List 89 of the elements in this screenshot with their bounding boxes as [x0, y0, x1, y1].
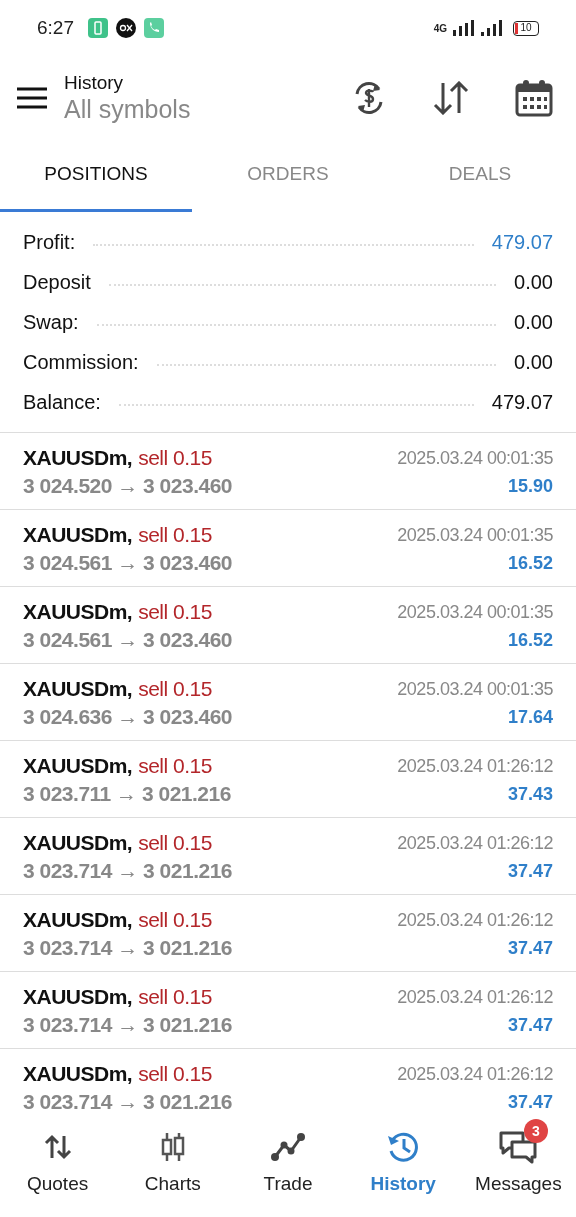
position-row[interactable]: XAUUSDm, sell 0.15 2025.03.24 01:26:12 3 023.714 → 3 021.216 37.47 — [0, 895, 576, 972]
profit-value: 37.47 — [507, 1090, 553, 1110]
line-chart-icon — [271, 1133, 305, 1161]
symbol-name: XAUUSDm, — [23, 830, 133, 857]
symbol-name: XAUUSDm, — [23, 984, 133, 1011]
calendar-icon[interactable] — [515, 79, 553, 117]
summary-value: 0.00 — [514, 270, 553, 295]
profit-value: 37.43 — [507, 782, 553, 806]
symbol-name: XAUUSDm, — [23, 676, 133, 703]
trade-time: 2025.03.24 01:26:12 — [397, 908, 553, 932]
summary-label: Balance: — [23, 390, 101, 415]
signal-icon — [453, 20, 475, 36]
summary-label: Swap: — [23, 310, 79, 335]
trade-type: sell 0.15 — [138, 522, 212, 549]
symbol-name: XAUUSDm, — [23, 1061, 133, 1088]
tab[interactable]: POSITIONS — [0, 140, 192, 212]
position-row[interactable]: XAUUSDm, sell 0.15 2025.03.24 01:26:12 3 023.711 → 3 021.216 37.43 — [0, 741, 576, 818]
price-range: 3 023.714 → 3 021.216 — [23, 1089, 232, 1110]
nav-item[interactable]: History — [345, 1110, 461, 1217]
menu-icon[interactable] — [17, 87, 47, 109]
symbol-name: XAUUSDm, — [23, 753, 133, 780]
trade-time: 2025.03.24 01:26:12 — [397, 831, 553, 855]
trade-time: 2025.03.24 00:01:35 — [397, 677, 553, 701]
signal-icon — [481, 20, 503, 36]
price-range: 3 023.714 → 3 021.216 — [23, 858, 232, 885]
symbol-name: XAUUSDm, — [23, 907, 133, 934]
price-range: 3 024.636 → 3 023.460 — [23, 704, 232, 731]
price-range: 3 023.714 → 3 021.216 — [23, 935, 232, 962]
position-row[interactable]: XAUUSDm, sell 0.15 2025.03.24 01:26:12 3 023.714 → 3 021.216 37.47 — [0, 972, 576, 1049]
trade-time: 2025.03.24 00:01:35 — [397, 523, 553, 547]
summary-label: Deposit — [23, 270, 91, 295]
nav-item[interactable]: Quotes — [0, 1110, 116, 1217]
trade-type: sell 0.15 — [138, 984, 212, 1011]
tab[interactable]: ORDERS — [192, 140, 384, 212]
trade-time: 2025.03.24 01:26:12 — [397, 1062, 553, 1086]
position-row[interactable]: XAUUSDm, sell 0.15 2025.03.24 01:26:12 3 023.714 → 3 021.216 37.47 — [0, 818, 576, 895]
profit-value: 16.52 — [507, 628, 553, 652]
summary-value: 479.07 — [491, 230, 553, 255]
battery-indicator: 10 — [513, 20, 539, 36]
summary-label: Profit: — [23, 230, 76, 255]
summary-value: 479.07 — [491, 390, 553, 415]
position-row[interactable]: XAUUSDm, sell 0.15 2025.03.24 00:01:35 3 024.561 → 3 023.460 16.52 — [0, 510, 576, 587]
trade-time: 2025.03.24 00:01:35 — [397, 446, 553, 470]
summary-label: Commission: — [23, 350, 139, 375]
trade-type: sell 0.15 — [138, 753, 212, 780]
symbol-name: XAUUSDm, — [23, 445, 133, 472]
position-row[interactable]: XAUUSDm, sell 0.15 2025.03.24 00:01:35 3 024.561 → 3 023.460 16.52 — [0, 587, 576, 664]
profit-value: 16.52 — [507, 551, 553, 575]
network-type: 4G — [433, 21, 447, 36]
trade-type: sell 0.15 — [138, 599, 212, 626]
profit-value: 37.47 — [507, 936, 553, 960]
nav-item[interactable]: Trade — [230, 1110, 346, 1217]
trade-time: 2025.03.24 00:01:35 — [397, 600, 553, 624]
nav-item[interactable]: Charts — [115, 1110, 231, 1217]
notification-badge: 3 — [524, 1119, 548, 1143]
position-row[interactable]: XAUUSDm, sell 0.15 2025.03.24 00:01:35 3 024.520 → 3 023.460 15.90 — [0, 433, 576, 510]
profit-value: 37.47 — [507, 859, 553, 883]
price-range: 3 024.561 → 3 023.460 — [23, 550, 232, 577]
tab[interactable]: DEALS — [384, 140, 576, 212]
header-subtitle[interactable]: All symbols — [64, 94, 191, 126]
trade-time: 2025.03.24 01:26:12 — [397, 985, 553, 1009]
battery-saver-icon — [88, 18, 108, 38]
symbol-name: XAUUSDm, — [23, 522, 133, 549]
price-range: 3 024.520 → 3 023.460 — [23, 473, 232, 500]
summary-value: 0.00 — [514, 310, 553, 335]
status-time: 6:27 — [37, 15, 74, 40]
trade-type: sell 0.15 — [138, 1061, 212, 1088]
trade-type: sell 0.15 — [138, 907, 212, 934]
position-row[interactable]: XAUUSDm, sell 0.15 2025.03.24 00:01:35 3 024.636 → 3 023.460 17.64 — [0, 664, 576, 741]
price-range: 3 023.714 → 3 021.216 — [23, 1012, 232, 1039]
profit-value: 37.47 — [507, 1013, 553, 1037]
candlestick-icon — [159, 1131, 186, 1163]
trade-type: sell 0.15 — [138, 830, 212, 857]
summary-value: 0.00 — [514, 350, 553, 375]
arrows-icon — [43, 1134, 72, 1160]
symbol-name: XAUUSDm, — [23, 599, 133, 626]
header-title: History — [64, 70, 125, 95]
app-icon — [116, 18, 136, 38]
trade-time: 2025.03.24 01:26:12 — [397, 754, 553, 778]
profit-value: 17.64 — [507, 705, 553, 729]
history-icon — [386, 1131, 421, 1163]
price-range: 3 024.561 → 3 023.460 — [23, 627, 232, 654]
price-range: 3 023.711 → 3 021.216 — [23, 781, 231, 808]
trade-type: sell 0.15 — [138, 445, 212, 472]
nav-item[interactable]: Messages 3 — [460, 1110, 576, 1217]
phone-icon — [144, 18, 164, 38]
sort-icon[interactable] — [433, 81, 469, 115]
trade-type: sell 0.15 — [138, 676, 212, 703]
profit-value: 15.90 — [507, 474, 553, 498]
